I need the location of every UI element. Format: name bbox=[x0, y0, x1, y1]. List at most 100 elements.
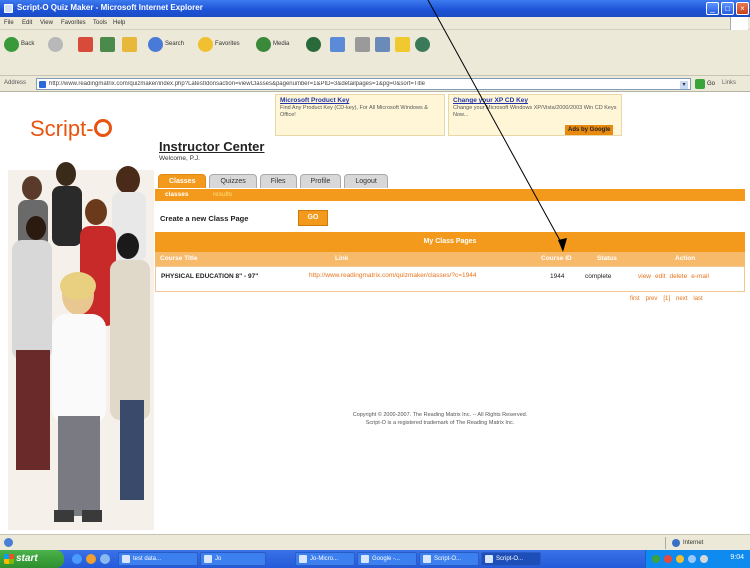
menu-view[interactable]: View bbox=[40, 20, 53, 26]
col-status[interactable]: Status bbox=[597, 255, 617, 262]
col-course-title[interactable]: Course Title bbox=[160, 255, 197, 262]
mail-icon bbox=[330, 36, 345, 52]
ie-icon bbox=[361, 555, 369, 563]
stop-button[interactable] bbox=[78, 35, 93, 53]
create-class-label: Create a new Class Page bbox=[160, 214, 249, 223]
tray-updates-icon[interactable] bbox=[700, 555, 708, 563]
folder-button[interactable] bbox=[395, 35, 410, 53]
col-course-id[interactable]: Course ID bbox=[541, 255, 572, 262]
menu-edit[interactable]: Edit bbox=[22, 20, 32, 26]
task-test-data[interactable]: test data... bbox=[118, 552, 198, 566]
tray-messenger-icon[interactable] bbox=[676, 555, 684, 563]
home-icon bbox=[122, 36, 137, 52]
close-button[interactable]: × bbox=[736, 2, 749, 15]
tab-quizzes[interactable]: Quizzes bbox=[209, 174, 257, 188]
task-label: Jo bbox=[215, 556, 222, 562]
pager-last[interactable]: last bbox=[693, 296, 702, 302]
media-button[interactable]: Media bbox=[256, 35, 289, 53]
tab-classes[interactable]: Classes bbox=[158, 174, 207, 188]
course-id: 1944 bbox=[550, 273, 565, 280]
pager-first[interactable]: first bbox=[630, 296, 640, 302]
copyright-text: Copyright © 2000-2007. The Reading Matri… bbox=[352, 412, 528, 418]
start-button[interactable]: start bbox=[0, 550, 64, 568]
quicklaunch-desktop-icon[interactable] bbox=[100, 554, 110, 564]
favorites-button[interactable]: Favorites bbox=[198, 35, 240, 53]
menu-help[interactable]: Help bbox=[113, 20, 125, 26]
links-button[interactable]: Links bbox=[722, 80, 736, 86]
page-footer: Copyright © 2000-2007. The Reading Matri… bbox=[300, 411, 580, 427]
menu-file[interactable]: File bbox=[4, 20, 14, 26]
menu-favorites[interactable]: Favorites bbox=[61, 20, 86, 26]
ad-text: Find Any Product Key (CD-key), For All M… bbox=[280, 105, 428, 118]
search-button[interactable]: Search bbox=[148, 35, 184, 53]
task-google[interactable]: Google -... bbox=[357, 552, 417, 566]
windows-flag-icon bbox=[4, 554, 14, 564]
ie-icon bbox=[485, 555, 493, 563]
go-button[interactable]: Go bbox=[695, 78, 717, 90]
task-script-o-1[interactable]: Script-O... bbox=[419, 552, 479, 566]
script-o-logo: Script- bbox=[30, 116, 112, 142]
tray-volume-icon[interactable] bbox=[688, 555, 696, 563]
ie-status-icon bbox=[4, 538, 13, 547]
home-button[interactable] bbox=[122, 35, 137, 53]
subnav-classes[interactable]: classes bbox=[165, 191, 189, 198]
forward-button[interactable] bbox=[48, 35, 63, 53]
minimize-button[interactable]: _ bbox=[706, 2, 719, 15]
task-script-o-2[interactable]: Script-O... bbox=[481, 552, 541, 566]
address-label: Address bbox=[4, 80, 27, 86]
view-link[interactable]: view bbox=[638, 273, 651, 280]
pager-next[interactable]: next bbox=[676, 296, 687, 302]
menu-tools[interactable]: Tools bbox=[93, 20, 107, 26]
mail-button[interactable] bbox=[330, 35, 345, 53]
col-link[interactable]: Link bbox=[335, 255, 348, 262]
messenger-button[interactable] bbox=[415, 35, 430, 53]
welcome-text: Welcome, P.J. bbox=[159, 155, 200, 162]
quicklaunch-ie-icon[interactable] bbox=[72, 554, 82, 564]
screen: Script-O Quiz Maker - Microsoft Internet… bbox=[0, 0, 750, 568]
stop-icon bbox=[78, 36, 93, 52]
tray-antivirus-icon[interactable] bbox=[664, 555, 672, 563]
ad-title[interactable]: Microsoft Product Key bbox=[280, 97, 440, 104]
tray-network-icon[interactable] bbox=[652, 555, 660, 563]
address-dropdown-icon[interactable]: ▾ bbox=[680, 81, 688, 89]
address-input[interactable]: http://www.readingmatrix.com/quizmaker/i… bbox=[36, 78, 691, 90]
subnav-results[interactable]: results bbox=[213, 191, 232, 198]
refresh-button[interactable] bbox=[100, 35, 115, 53]
menu-bar: File Edit View Favorites Tools Help bbox=[0, 17, 750, 30]
task-jo-micro[interactable]: Jo-Micro... bbox=[295, 552, 355, 566]
print-icon bbox=[355, 36, 370, 52]
pager-current[interactable]: [1] bbox=[663, 296, 670, 302]
tab-profile[interactable]: Profile bbox=[299, 174, 342, 188]
address-bar: Address http://www.readingmatrix.com/qui… bbox=[0, 76, 750, 92]
ads-by-google[interactable]: Ads by Google bbox=[565, 125, 614, 135]
ad-title[interactable]: Change your XP CD Key bbox=[453, 97, 617, 104]
create-class-go-button[interactable]: GO bbox=[298, 210, 328, 226]
class-page-link[interactable]: http://www.readingmatrix.com/quizmaker/c… bbox=[309, 272, 524, 280]
favorites-star-icon bbox=[198, 36, 213, 52]
page-title: Instructor Center bbox=[159, 139, 265, 154]
quicklaunch-firefox-icon[interactable] bbox=[86, 554, 96, 564]
system-tray: 9:04 bbox=[645, 550, 750, 568]
print-button[interactable] bbox=[355, 35, 370, 53]
ad-microsoft-product-key[interactable]: Microsoft Product Key Find Any Product K… bbox=[275, 94, 445, 136]
windows-logo-icon bbox=[730, 17, 748, 30]
maximize-button[interactable]: □ bbox=[721, 2, 734, 15]
taskbar: start test data... Jo Jo-Micro... Google… bbox=[0, 550, 750, 568]
my-class-pages-header: My Class Pages bbox=[155, 232, 745, 252]
edit-link[interactable]: edit bbox=[655, 273, 665, 280]
pager-prev[interactable]: prev bbox=[646, 296, 658, 302]
back-button[interactable]: Back bbox=[4, 35, 34, 53]
page-icon bbox=[39, 81, 46, 88]
email-link[interactable]: e-mail bbox=[691, 273, 709, 280]
edit-icon bbox=[375, 36, 390, 52]
history-button[interactable] bbox=[306, 35, 321, 53]
task-jo[interactable]: Jo bbox=[200, 552, 266, 566]
clock[interactable]: 9:04 bbox=[730, 554, 744, 561]
tab-logout[interactable]: Logout bbox=[344, 174, 388, 188]
task-label: Jo-Micro... bbox=[310, 556, 339, 562]
favorites-label: Favorites bbox=[215, 41, 240, 47]
media-label: Media bbox=[273, 41, 290, 47]
delete-link[interactable]: delete bbox=[670, 273, 688, 280]
tab-files[interactable]: Files bbox=[259, 174, 297, 188]
edit-button[interactable] bbox=[375, 35, 390, 53]
